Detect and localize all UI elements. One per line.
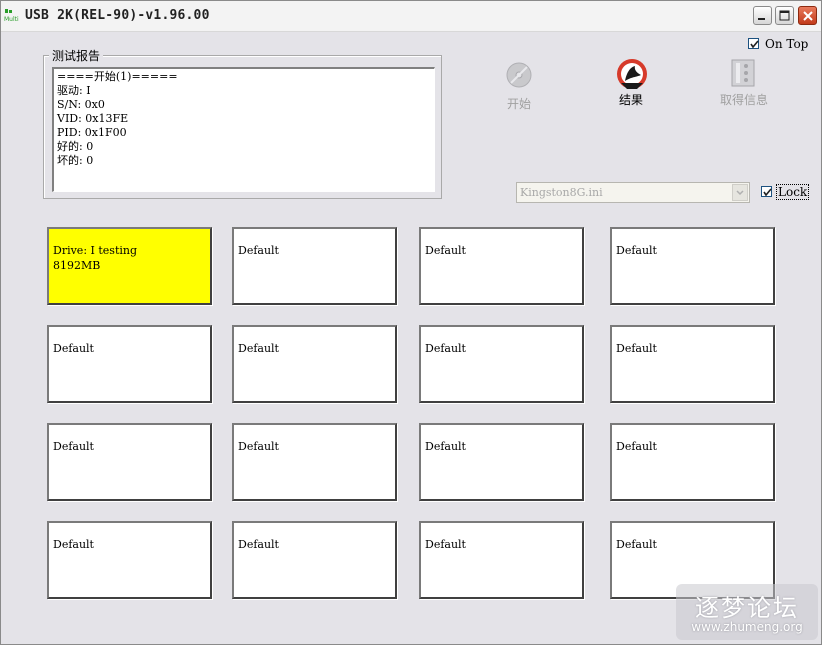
drive-slot[interactable]: Default (419, 423, 584, 501)
drive-slot[interactable]: Default (419, 521, 584, 599)
info-icon (731, 59, 755, 87)
report-line: S/N: 0x0 (57, 98, 105, 111)
report-line: ====开始(1)===== (57, 70, 178, 83)
close-button[interactable] (798, 6, 817, 25)
drive-status: Default (616, 538, 657, 551)
drive-status: Default (425, 244, 466, 257)
report-group-title: 测试报告 (49, 47, 104, 64)
start-button[interactable]: 开始 (489, 61, 549, 117)
drive-slot[interactable]: Default (232, 325, 397, 403)
drive-slot[interactable]: Default (419, 227, 584, 305)
drive-status: Drive: I testing (53, 244, 138, 257)
svg-text:Multi: Multi (4, 16, 19, 23)
chevron-down-icon (736, 190, 744, 196)
drive-status: Default (238, 342, 279, 355)
window-title: USB 2K(REL-90)-v1.96.00 (25, 8, 210, 23)
drive-status: Default (616, 244, 657, 257)
get-info-button[interactable]: 取得信息 (714, 57, 774, 113)
drive-status: Default (53, 342, 94, 355)
report-line: PID: 0x1F00 (57, 126, 127, 139)
drive-status: Default (616, 342, 657, 355)
drive-slot[interactable]: Default (232, 227, 397, 305)
drive-slot[interactable]: Default (419, 325, 584, 403)
result-icon (617, 59, 647, 89)
disc-icon (506, 62, 532, 88)
drive-slot[interactable]: Default (232, 521, 397, 599)
title-bar[interactable]: Multi USB 2K(REL-90)-v1.96.00 (1, 1, 821, 32)
lock-checkbox[interactable] (761, 186, 772, 197)
app-window: Multi USB 2K(REL-90)-v1.96.00 测试报告 ====开… (0, 0, 822, 645)
watermark-title: 逐梦论坛 (695, 594, 799, 622)
close-icon (803, 11, 813, 21)
drive-status: Default (425, 538, 466, 551)
minimize-button[interactable] (753, 6, 772, 25)
watermark: 逐梦论坛 www.zhumeng.org (676, 584, 818, 640)
checkmark-icon (750, 40, 759, 49)
minimize-icon (758, 18, 765, 20)
dropdown-button[interactable] (732, 184, 748, 201)
drive-slot[interactable]: Default (610, 325, 775, 403)
drive-status: Default (425, 440, 466, 453)
get-info-label: 取得信息 (719, 93, 768, 107)
checkmark-icon (763, 188, 772, 197)
report-line: 驱动: I (57, 84, 91, 97)
drive-status: Default (425, 342, 466, 355)
lock-label[interactable]: Lock (776, 184, 810, 200)
result-label: 结果 (618, 93, 643, 107)
maximize-icon (779, 10, 790, 21)
drive-slot[interactable]: Default (232, 423, 397, 501)
report-line: VID: 0x13FE (57, 112, 129, 125)
watermark-url: www.zhumeng.org (691, 620, 803, 634)
drive-status: Default (238, 244, 279, 257)
drive-status: Default (616, 440, 657, 453)
result-button[interactable]: 结果 (601, 57, 661, 113)
config-select[interactable]: Kingston8G.ini (516, 182, 750, 203)
config-select-value: Kingston8G.ini (520, 186, 603, 199)
app-icon: Multi (4, 8, 20, 24)
drive-status: Default (53, 440, 94, 453)
drive-status: Default (238, 538, 279, 551)
drive-slot[interactable]: Default (47, 325, 212, 403)
drive-slot[interactable]: Default (47, 423, 212, 501)
drive-slot[interactable]: Drive: I testing 8192MB (47, 227, 212, 305)
report-line: 坏的: 0 (57, 154, 94, 167)
on-top-checkbox[interactable] (748, 38, 759, 49)
drive-slot[interactable]: Default (610, 227, 775, 305)
drive-capacity: 8192MB (53, 259, 101, 272)
start-label: 开始 (506, 97, 531, 111)
drive-slot[interactable]: Default (610, 423, 775, 501)
report-line: 好的: 0 (57, 140, 94, 153)
report-textbox[interactable]: ====开始(1)===== 驱动: I S/N: 0x0 VID: 0x13F… (52, 67, 435, 192)
drive-status: Default (53, 538, 94, 551)
maximize-button[interactable] (775, 6, 794, 25)
drive-slot[interactable]: Default (47, 521, 212, 599)
on-top-label[interactable]: On Top (765, 37, 808, 51)
drive-status: Default (238, 440, 279, 453)
